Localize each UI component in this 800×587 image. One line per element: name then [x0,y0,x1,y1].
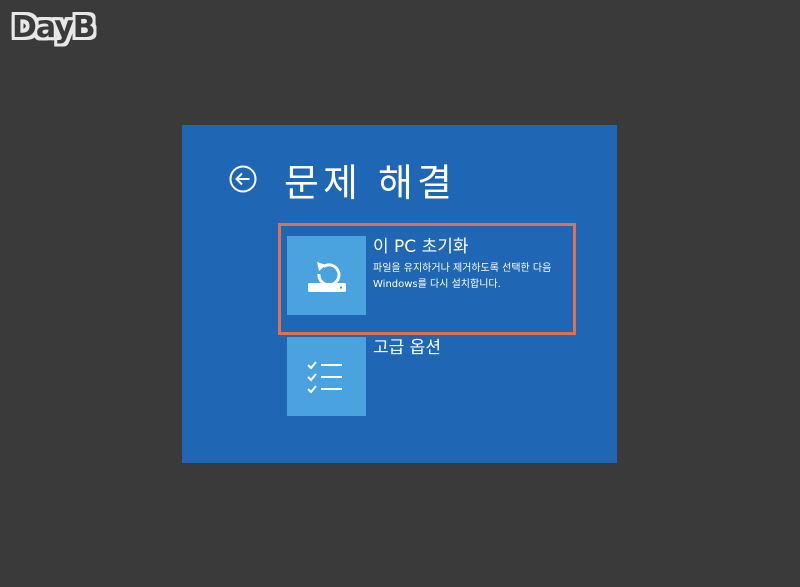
reset-pc-description: 파일을 유지하거나 제거하도록 선택한 다음 Windows를 다시 설치합니다… [373,263,552,290]
header: 문제 해결 [228,155,456,205]
page-title: 문제 해결 [284,160,456,205]
advanced-options-title: 고급 옵션 [373,338,441,358]
reset-pc-option[interactable]: 이 PC 초기화 파일을 유지하거나 제거하도록 선택한 다음 Windows를… [287,236,577,316]
dayb-logo: DayB [12,10,96,45]
checklist-icon [306,360,342,393]
advanced-options-tile [287,337,366,416]
troubleshoot-panel: 문제 해결 이 PC 초기화 파일을 유지하거나 제거하도록 선택한 다음 Wi… [182,125,617,463]
reset-pc-title: 이 PC 초기화 [373,237,469,257]
advanced-options-option[interactable]: 고급 옵션 [287,337,577,417]
reset-pc-tile [287,236,366,315]
reset-pc-icon [307,261,346,292]
back-arrow-circle-icon[interactable] [228,164,258,194]
